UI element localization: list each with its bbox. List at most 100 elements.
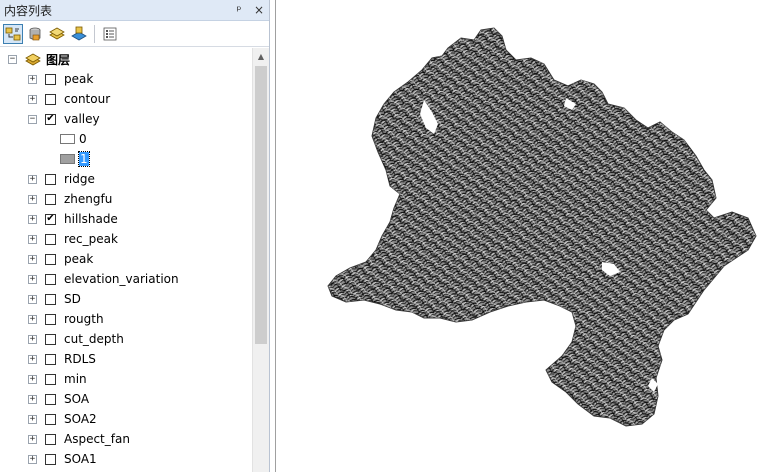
layer-name: rec_peak — [64, 232, 118, 246]
legend-item[interactable]: 0 — [60, 129, 87, 149]
expand-icon[interactable]: + — [28, 274, 37, 284]
layer-visibility-checkbox[interactable] — [45, 73, 56, 85]
layer-row[interactable]: + peak — [28, 69, 93, 89]
layer-name: SD — [64, 292, 81, 306]
tree-scrollbar[interactable]: ▲ — [252, 48, 269, 472]
list-by-selection-icon — [71, 26, 87, 40]
list-by-source-icon — [29, 27, 41, 40]
expand-icon[interactable]: + — [28, 194, 37, 204]
layer-visibility-checkbox[interactable] — [45, 393, 56, 405]
panel-titlebar: 内容列表 ᵖ × — [0, 0, 269, 21]
layer-visibility-checkbox[interactable] — [45, 293, 56, 305]
expand-icon[interactable]: + — [28, 434, 37, 444]
layer-visibility-checkbox[interactable] — [45, 253, 56, 265]
layer-visibility-checkbox[interactable] — [45, 373, 56, 385]
expand-icon[interactable]: + — [28, 234, 37, 244]
layer-row[interactable]: + cut_depth — [28, 329, 124, 349]
expand-icon[interactable]: + — [28, 454, 37, 464]
list-by-visibility-icon — [49, 27, 65, 39]
layer-name: zhengfu — [64, 192, 113, 206]
layer-row[interactable]: + ridge — [28, 169, 95, 189]
layer-row[interactable]: + Aspect_fan — [28, 429, 130, 449]
layers-stack-icon — [25, 53, 41, 66]
list-by-selection-button[interactable] — [69, 24, 89, 44]
list-by-visibility-button[interactable] — [47, 24, 67, 44]
layer-row[interactable]: + peak — [28, 249, 93, 269]
layer-visibility-checkbox[interactable] — [45, 453, 56, 465]
layers-root-row[interactable]: − 图层 — [8, 49, 70, 69]
toc-toolbar — [0, 21, 269, 47]
collapse-icon[interactable]: − — [8, 54, 17, 64]
layer-name: Aspect_fan — [64, 432, 130, 446]
layer-visibility-checkbox[interactable] — [45, 193, 56, 205]
expand-icon[interactable]: + — [28, 394, 37, 404]
expand-icon[interactable]: + — [28, 74, 37, 84]
layer-name: hillshade — [64, 212, 118, 226]
layer-row[interactable]: + zhengfu — [28, 189, 112, 209]
options-button[interactable] — [100, 24, 120, 44]
expand-icon[interactable]: + — [28, 334, 37, 344]
expand-icon[interactable]: + — [28, 174, 37, 184]
layer-name: SOA2 — [64, 412, 97, 426]
list-by-drawing-order-button[interactable] — [3, 23, 23, 44]
list-by-drawing-order-icon — [5, 27, 21, 40]
layer-row[interactable]: + min — [28, 369, 87, 389]
pin-icon[interactable]: ᵖ — [233, 4, 245, 16]
expand-icon[interactable]: + — [28, 374, 37, 384]
layer-visibility-checkbox[interactable] — [45, 433, 56, 445]
layer-row[interactable]: + elevation_variation — [28, 269, 179, 289]
expand-icon[interactable]: + — [28, 254, 37, 264]
layer-name: SOA1 — [64, 452, 97, 466]
expand-icon[interactable]: + — [28, 354, 37, 364]
expand-icon[interactable]: + — [28, 94, 37, 104]
layer-name: elevation_variation — [64, 272, 179, 286]
layer-name: RDLS — [64, 352, 96, 366]
layer-visibility-checkbox[interactable]: ✔ — [45, 113, 56, 125]
table-of-contents-panel: 内容列表 ᵖ × − 图层 + peak + contour − ✔ valle… — [0, 0, 270, 472]
layer-name: SOA — [64, 392, 90, 406]
layer-row[interactable]: + RDLS — [28, 349, 96, 369]
layer-visibility-checkbox[interactable] — [45, 273, 56, 285]
layer-name: min — [64, 372, 87, 386]
map-view[interactable] — [275, 0, 777, 472]
layer-visibility-checkbox[interactable] — [45, 93, 56, 105]
layer-row[interactable]: + SOA2 — [28, 409, 97, 429]
expand-icon[interactable]: + — [28, 314, 37, 324]
layer-visibility-checkbox[interactable] — [45, 353, 56, 365]
expand-icon[interactable]: + — [28, 214, 37, 224]
layer-visibility-checkbox[interactable] — [45, 333, 56, 345]
scroll-up-icon[interactable]: ▲ — [253, 48, 269, 65]
layer-row[interactable]: + SOA1 — [28, 449, 97, 469]
layer-row[interactable]: + SD — [28, 289, 81, 309]
layer-visibility-checkbox[interactable] — [45, 233, 56, 245]
expand-icon[interactable]: + — [28, 294, 37, 304]
hillshade-raster[interactable] — [276, 0, 777, 472]
layer-row[interactable]: + ✔ hillshade — [28, 209, 118, 229]
layer-name: cut_depth — [64, 332, 124, 346]
layer-row[interactable]: + rougth — [28, 309, 104, 329]
layer-name: peak — [64, 252, 94, 266]
legend-item[interactable]: 1 — [60, 149, 90, 169]
layer-row[interactable]: + SOA — [28, 389, 89, 409]
layer-name: rougth — [64, 312, 104, 326]
scrollbar-thumb[interactable] — [255, 66, 267, 344]
toolbar-separator — [94, 24, 95, 43]
close-icon[interactable]: × — [253, 4, 265, 16]
layer-name: contour — [64, 92, 111, 106]
layer-visibility-checkbox[interactable] — [45, 313, 56, 325]
layer-row[interactable]: + contour — [28, 89, 110, 109]
layer-name: ridge — [64, 172, 95, 186]
options-icon — [103, 27, 117, 40]
legend-swatch — [60, 134, 75, 144]
layer-tree: − 图层 + peak + contour − ✔ valley 0 1 + ridge + zheng… — [0, 48, 250, 472]
layer-row[interactable]: − ✔ valley — [28, 109, 100, 129]
layer-visibility-checkbox[interactable]: ✔ — [45, 213, 56, 225]
legend-swatch — [60, 154, 75, 164]
panel-title: 内容列表 — [4, 3, 53, 18]
list-by-source-button[interactable] — [25, 24, 45, 44]
layer-visibility-checkbox[interactable] — [45, 413, 56, 425]
expand-icon[interactable]: + — [28, 414, 37, 424]
layer-visibility-checkbox[interactable] — [45, 173, 56, 185]
layer-row[interactable]: + rec_peak — [28, 229, 118, 249]
collapse-icon[interactable]: − — [28, 114, 37, 124]
